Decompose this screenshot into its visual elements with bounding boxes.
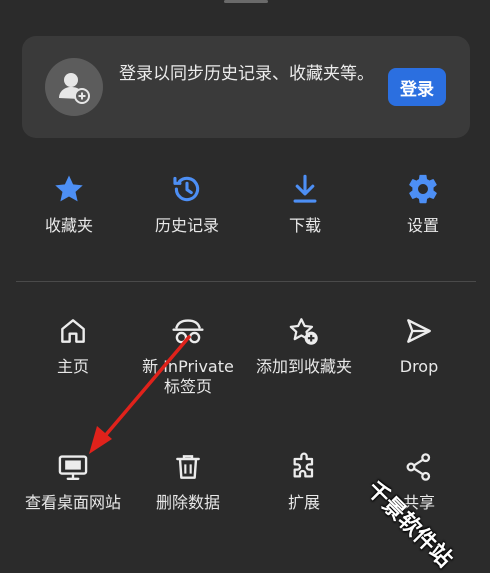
add-favorite-icon [289,318,318,345]
signin-card: 登录以同步历史记录、收藏夹等。 登录 [22,36,470,138]
favorites-label: 收藏夹 [44,216,93,235]
signin-message: 登录以同步历史记录、收藏夹等。 [119,64,374,84]
trash-icon [176,455,200,479]
download-icon [293,174,317,203]
add-to-favorites-label: 添加到收藏夹 [255,357,352,376]
history-button[interactable]: 历史记录 [132,172,242,236]
history-label: 历史记录 [154,216,219,235]
view-desktop-site-button[interactable]: 查看桌面网站 [18,451,128,513]
signin-button[interactable]: 登录 [388,68,446,106]
drop-label: Drop [399,357,439,376]
settings-button[interactable]: 设置 [368,172,478,236]
history-icon [173,176,200,202]
delete-data-label: 删除数据 [155,493,220,512]
downloads-label: 下载 [288,216,321,235]
desktop-icon [58,455,88,480]
favorites-button[interactable]: 收藏夹 [14,172,124,236]
delete-data-button[interactable]: 删除数据 [133,451,243,513]
settings-label: 设置 [406,216,439,235]
home-icon [61,319,85,343]
person-add-icon [59,73,90,104]
drop-button[interactable]: Drop [364,315,474,377]
home-label: 主页 [56,357,89,376]
inprivate-icon [172,319,204,344]
puzzle-icon [293,452,314,478]
extensions-label: 扩展 [287,493,320,512]
home-button[interactable]: 主页 [18,315,128,377]
downloads-button[interactable]: 下载 [250,172,360,236]
star-icon [55,175,83,202]
view-desktop-site-label: 查看桌面网站 [24,493,121,512]
share-icon [406,453,431,481]
extensions-button[interactable]: 扩展 [249,451,359,513]
avatar-placeholder [45,58,103,116]
section-divider [16,281,476,282]
sheet-grab-handle[interactable] [224,0,268,3]
gear-icon [409,174,437,204]
new-inprivate-tab-label: 新 InPrivate 标签页 [142,357,234,396]
send-icon [407,319,431,343]
new-inprivate-tab-button[interactable]: 新 InPrivate 标签页 [133,315,243,397]
add-to-favorites-button[interactable]: 添加到收藏夹 [249,315,359,377]
